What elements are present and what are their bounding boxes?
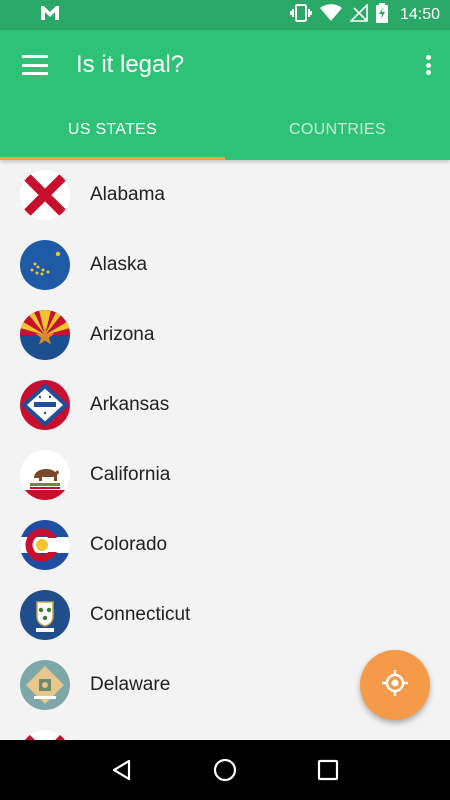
colorado-flag-icon bbox=[20, 520, 70, 570]
state-name: Alabama bbox=[90, 184, 165, 205]
connecticut-flag-icon bbox=[20, 590, 70, 640]
status-time: 14:50 bbox=[399, 6, 440, 23]
arizona-flag-icon bbox=[20, 310, 70, 360]
status-bar: 14:50 bbox=[0, 0, 450, 30]
my-location-icon bbox=[381, 669, 409, 702]
list-item[interactable]: Colorado bbox=[0, 510, 450, 580]
list-item[interactable]: Alabama bbox=[0, 160, 450, 230]
list-item[interactable]: Connecticut bbox=[0, 580, 450, 650]
list-item[interactable] bbox=[0, 720, 450, 740]
next-flag-icon bbox=[20, 730, 70, 740]
more-options-icon[interactable] bbox=[416, 53, 440, 77]
california-flag-icon bbox=[20, 450, 70, 500]
tab-countries[interactable]: COUNTRIES bbox=[225, 100, 450, 160]
state-name: Arizona bbox=[90, 324, 155, 345]
state-name: Connecticut bbox=[90, 604, 191, 625]
recents-button[interactable] bbox=[308, 750, 348, 790]
no-signal-icon bbox=[349, 2, 368, 27]
system-nav-bar bbox=[0, 740, 450, 800]
alaska-flag-icon bbox=[20, 240, 70, 290]
list-item[interactable]: Alaska bbox=[0, 230, 450, 300]
tab-indicator bbox=[0, 157, 225, 160]
home-button[interactable] bbox=[205, 750, 245, 790]
back-icon bbox=[112, 759, 130, 781]
page-title: Is it legal? bbox=[76, 51, 185, 78]
toolbar: Is it legal? bbox=[0, 30, 450, 100]
list-item[interactable]: California bbox=[0, 440, 450, 510]
gmail-notification-icon bbox=[40, 5, 60, 26]
tab-bar: US STATES COUNTRIES bbox=[0, 100, 450, 160]
wifi-icon bbox=[319, 3, 342, 27]
alabama-flag-icon bbox=[20, 170, 70, 220]
state-name: California bbox=[90, 464, 171, 485]
menu-icon[interactable] bbox=[22, 55, 48, 75]
tab-us-states[interactable]: US STATES bbox=[0, 100, 225, 160]
home-icon bbox=[213, 758, 237, 782]
my-location-button[interactable] bbox=[360, 650, 430, 720]
recents-icon bbox=[318, 759, 339, 781]
state-name: Colorado bbox=[90, 534, 168, 555]
state-name: Alaska bbox=[90, 254, 148, 275]
list-item[interactable]: Arizona bbox=[0, 300, 450, 370]
arkansas-flag-icon bbox=[20, 380, 70, 430]
back-button[interactable] bbox=[102, 750, 142, 790]
state-name: Delaware bbox=[90, 674, 171, 695]
list-item[interactable]: Arkansas bbox=[0, 370, 450, 440]
battery-charging-icon bbox=[375, 2, 388, 28]
delaware-flag-icon bbox=[20, 660, 70, 710]
vibrate-icon bbox=[289, 3, 312, 27]
state-name: Arkansas bbox=[90, 394, 170, 415]
status-icons: 14:50 bbox=[289, 2, 440, 28]
app-bar: Is it legal? US STATES COUNTRIES bbox=[0, 30, 450, 160]
